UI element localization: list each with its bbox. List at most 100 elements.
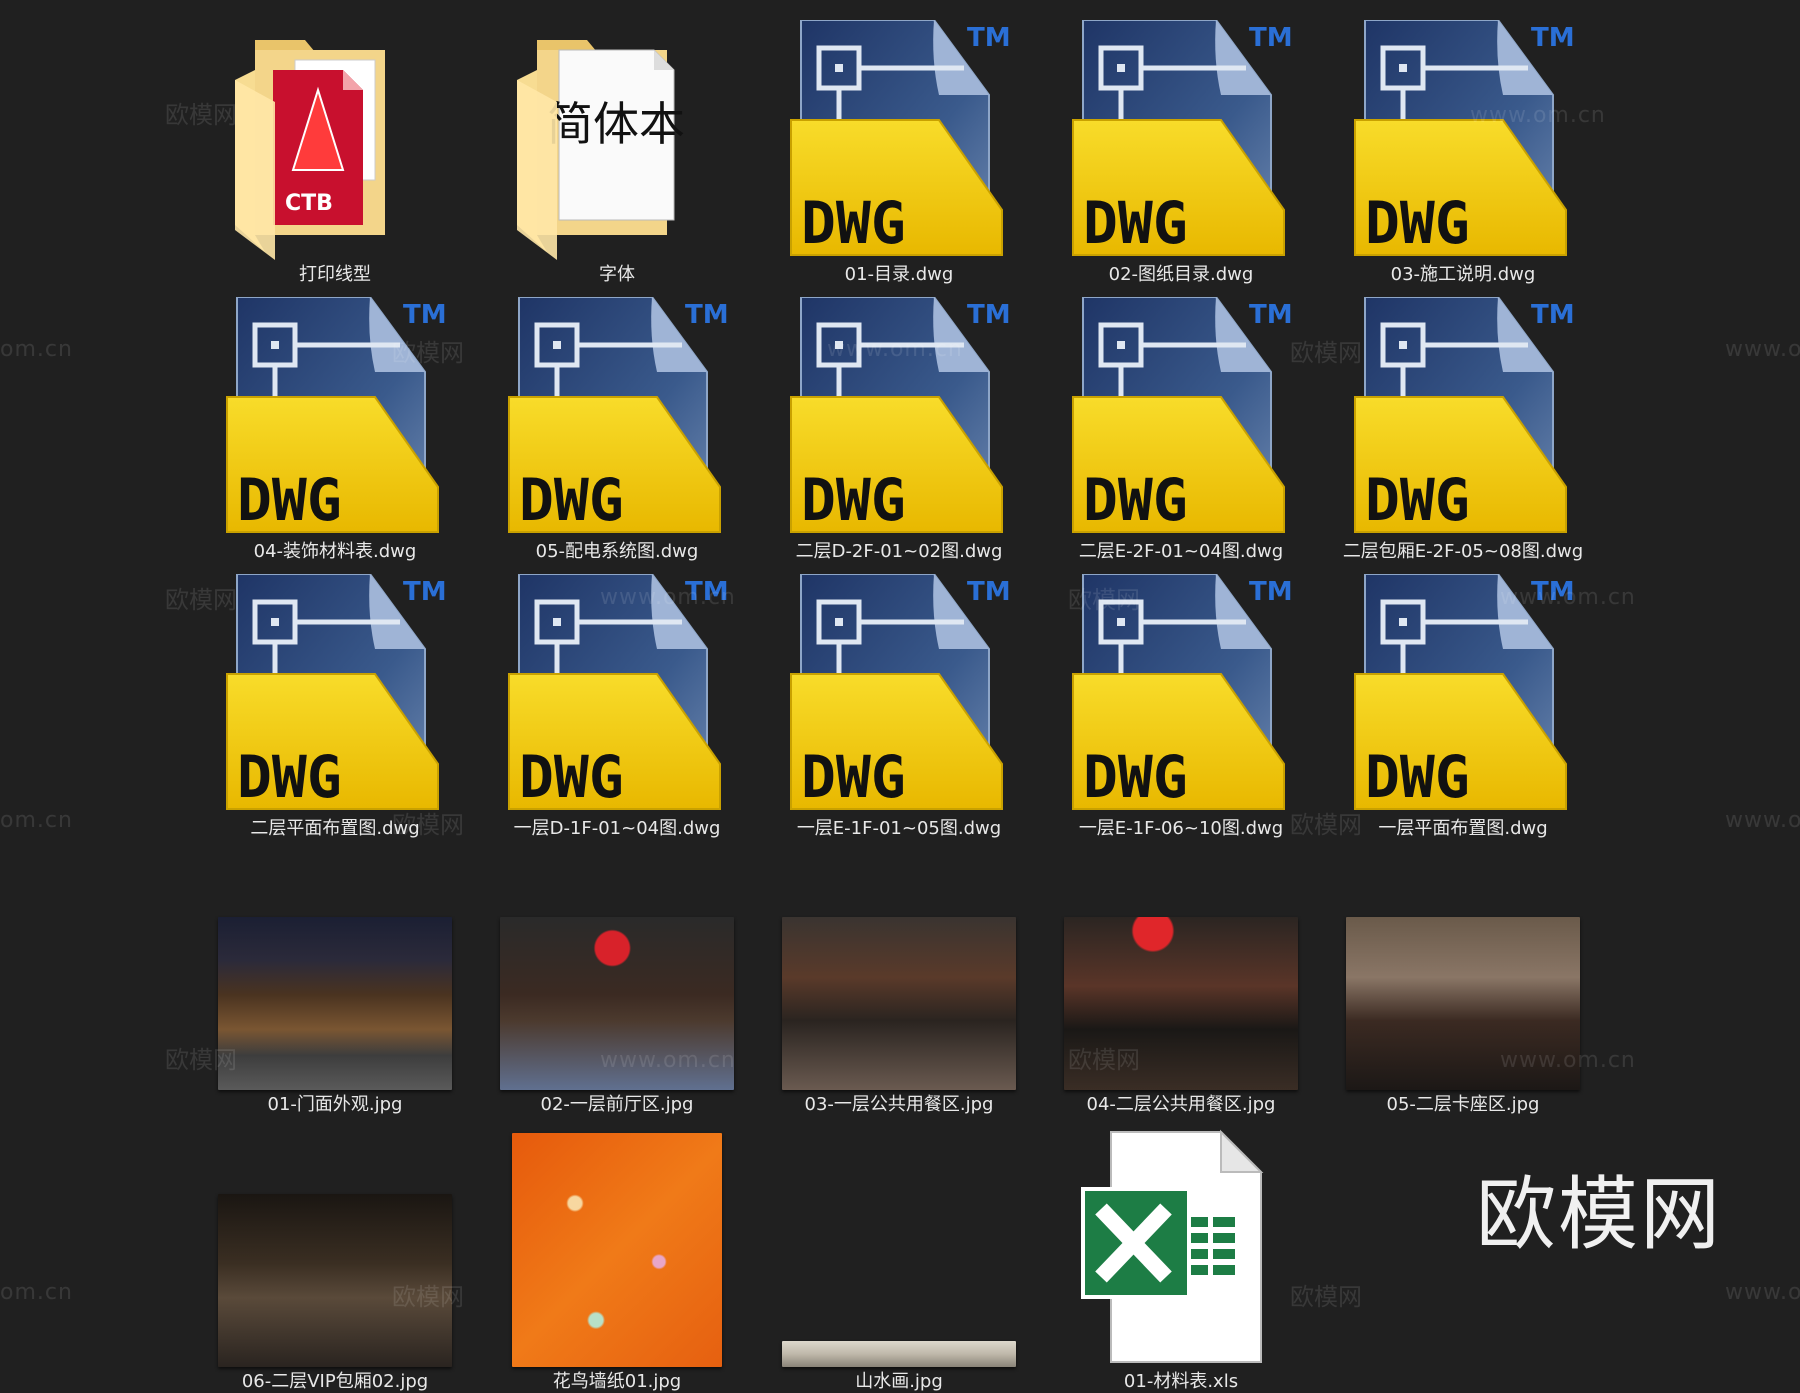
file-item[interactable]: TM DWG 01-目录.dwg: [764, 20, 1034, 286]
file-item[interactable]: TM DWG 二层包厢E-2F-05~08图.dwg: [1328, 297, 1598, 563]
file-name: 二层包厢E-2F-05~08图.dwg: [1342, 541, 1584, 562]
dwg-file-icon: TM DWG: [764, 297, 1034, 537]
file-item[interactable]: TM DWG 05-配电系统图.dwg: [482, 297, 752, 563]
svg-text:DWG: DWG: [801, 743, 906, 811]
file-name: 一层E-1F-06~10图.dwg: [1078, 818, 1284, 839]
folder-icon: CTB: [200, 20, 470, 260]
image-thumbnail: [482, 1127, 752, 1367]
file-item[interactable]: TM DWG 04-装饰材料表.dwg: [200, 297, 470, 563]
file-name: 05-二层卡座区.jpg: [1386, 1094, 1540, 1115]
svg-text:DWG: DWG: [801, 189, 906, 257]
svg-text:TM: TM: [685, 300, 727, 330]
file-item[interactable]: 03-一层公共用餐区.jpg: [764, 850, 1034, 1116]
image-thumbnail: [764, 1127, 1034, 1367]
dwg-file-icon: TM DWG: [1328, 297, 1598, 537]
file-item[interactable]: TM DWG 一层D-1F-01~04图.dwg: [482, 574, 752, 840]
dwg-file-icon: TM DWG: [764, 20, 1034, 260]
svg-text:TM: TM: [967, 577, 1009, 607]
file-name: 二层D-2F-01~02图.dwg: [795, 541, 1003, 562]
file-item[interactable]: TM DWG 二层平面布置图.dwg: [200, 574, 470, 840]
svg-text:TM: TM: [1249, 577, 1291, 607]
file-name: 一层D-1F-01~04图.dwg: [513, 818, 721, 839]
svg-text:TM: TM: [685, 577, 727, 607]
file-item[interactable]: 01-材料表.xls: [1046, 1127, 1316, 1393]
file-item[interactable]: 山水画.jpg: [764, 1127, 1034, 1393]
watermark-text: om.cn: [0, 808, 73, 833]
dwg-file-icon: TM DWG: [200, 574, 470, 814]
svg-text:DWG: DWG: [1083, 466, 1188, 534]
svg-text:DWG: DWG: [237, 466, 342, 534]
svg-text:DWG: DWG: [1365, 189, 1470, 257]
svg-text:TM: TM: [403, 577, 445, 607]
file-item[interactable]: CTB 打印线型: [200, 20, 470, 286]
svg-text:TM: TM: [967, 23, 1009, 53]
file-item[interactable]: TM DWG 二层D-2F-01~02图.dwg: [764, 297, 1034, 563]
file-name: 二层E-2F-01~04图.dwg: [1078, 541, 1284, 562]
file-item[interactable]: 05-二层卡座区.jpg: [1328, 850, 1598, 1116]
image-thumbnail: [200, 850, 470, 1090]
svg-text:DWG: DWG: [1365, 743, 1470, 811]
file-name: 花鸟墙纸01.jpg: [552, 1371, 682, 1392]
file-name: 05-配电系统图.dwg: [535, 541, 699, 562]
image-thumbnail: [200, 1127, 470, 1367]
dwg-file-icon: TM DWG: [1046, 574, 1316, 814]
svg-text:TM: TM: [403, 300, 445, 330]
svg-text:DWG: DWG: [1083, 743, 1188, 811]
svg-text:DWG: DWG: [237, 743, 342, 811]
brand-watermark: 欧模网: [1476, 1168, 1722, 1261]
image-thumbnail: [482, 850, 752, 1090]
svg-text:TM: TM: [967, 300, 1009, 330]
svg-text:CTB: CTB: [285, 191, 333, 216]
dwg-file-icon: TM DWG: [200, 297, 470, 537]
dwg-file-icon: TM DWG: [482, 297, 752, 537]
file-name: 02-图纸目录.dwg: [1108, 264, 1254, 285]
dwg-file-icon: TM DWG: [1328, 574, 1598, 814]
file-item[interactable]: 简体本 字体: [482, 20, 752, 286]
svg-text:DWG: DWG: [1365, 466, 1470, 534]
svg-text:DWG: DWG: [801, 466, 906, 534]
file-item[interactable]: 06-二层VIP包厢02.jpg: [200, 1127, 470, 1393]
file-item[interactable]: 01-门面外观.jpg: [200, 850, 470, 1116]
file-item[interactable]: 花鸟墙纸01.jpg: [482, 1127, 752, 1393]
dwg-file-icon: TM DWG: [1328, 20, 1598, 260]
watermark-text: www.om.cn: [1725, 337, 1800, 362]
excel-file-icon: [1046, 1127, 1316, 1367]
dwg-file-icon: TM DWG: [1046, 20, 1316, 260]
image-thumbnail: [1328, 850, 1598, 1090]
file-name: 04-装饰材料表.dwg: [253, 541, 417, 562]
watermark-text: om.cn: [0, 1280, 73, 1305]
file-name: 02-一层前厅区.jpg: [540, 1094, 694, 1115]
file-name: 01-门面外观.jpg: [267, 1094, 403, 1115]
file-item[interactable]: TM DWG 03-施工说明.dwg: [1328, 20, 1598, 286]
file-item[interactable]: TM DWG 二层E-2F-01~04图.dwg: [1046, 297, 1316, 563]
file-item[interactable]: TM DWG 一层平面布置图.dwg: [1328, 574, 1598, 840]
file-item[interactable]: TM DWG 一层E-1F-06~10图.dwg: [1046, 574, 1316, 840]
file-name: 山水画.jpg: [855, 1371, 943, 1392]
watermark-text: www.om.cn: [1725, 1280, 1800, 1305]
file-name: 03-一层公共用餐区.jpg: [804, 1094, 994, 1115]
file-item[interactable]: 04-二层公共用餐区.jpg: [1046, 850, 1316, 1116]
file-name: 06-二层VIP包厢02.jpg: [241, 1371, 429, 1392]
file-name: 01-目录.dwg: [844, 264, 954, 285]
file-name: 04-二层公共用餐区.jpg: [1086, 1094, 1276, 1115]
file-item[interactable]: TM DWG 一层E-1F-01~05图.dwg: [764, 574, 1034, 840]
file-name: 01-材料表.xls: [1123, 1371, 1239, 1392]
dwg-file-icon: TM DWG: [764, 574, 1034, 814]
watermark-text: www.om.cn: [1725, 808, 1800, 833]
file-name: 打印线型: [299, 264, 371, 285]
svg-text:TM: TM: [1531, 577, 1573, 607]
file-name: 字体: [599, 264, 635, 285]
image-thumbnail: [764, 850, 1034, 1090]
file-name: 一层平面布置图.dwg: [1378, 818, 1548, 839]
file-item[interactable]: TM DWG 02-图纸目录.dwg: [1046, 20, 1316, 286]
watermark-text: om.cn: [0, 337, 73, 362]
dwg-file-icon: TM DWG: [1046, 297, 1316, 537]
folder-icon: 简体本: [482, 20, 752, 260]
dwg-file-icon: TM DWG: [482, 574, 752, 814]
svg-text:TM: TM: [1249, 23, 1291, 53]
file-name: 03-施工说明.dwg: [1390, 264, 1536, 285]
svg-text:DWG: DWG: [519, 743, 624, 811]
file-item[interactable]: 02-一层前厅区.jpg: [482, 850, 752, 1116]
svg-text:TM: TM: [1249, 300, 1291, 330]
file-name: 一层E-1F-01~05图.dwg: [796, 818, 1002, 839]
